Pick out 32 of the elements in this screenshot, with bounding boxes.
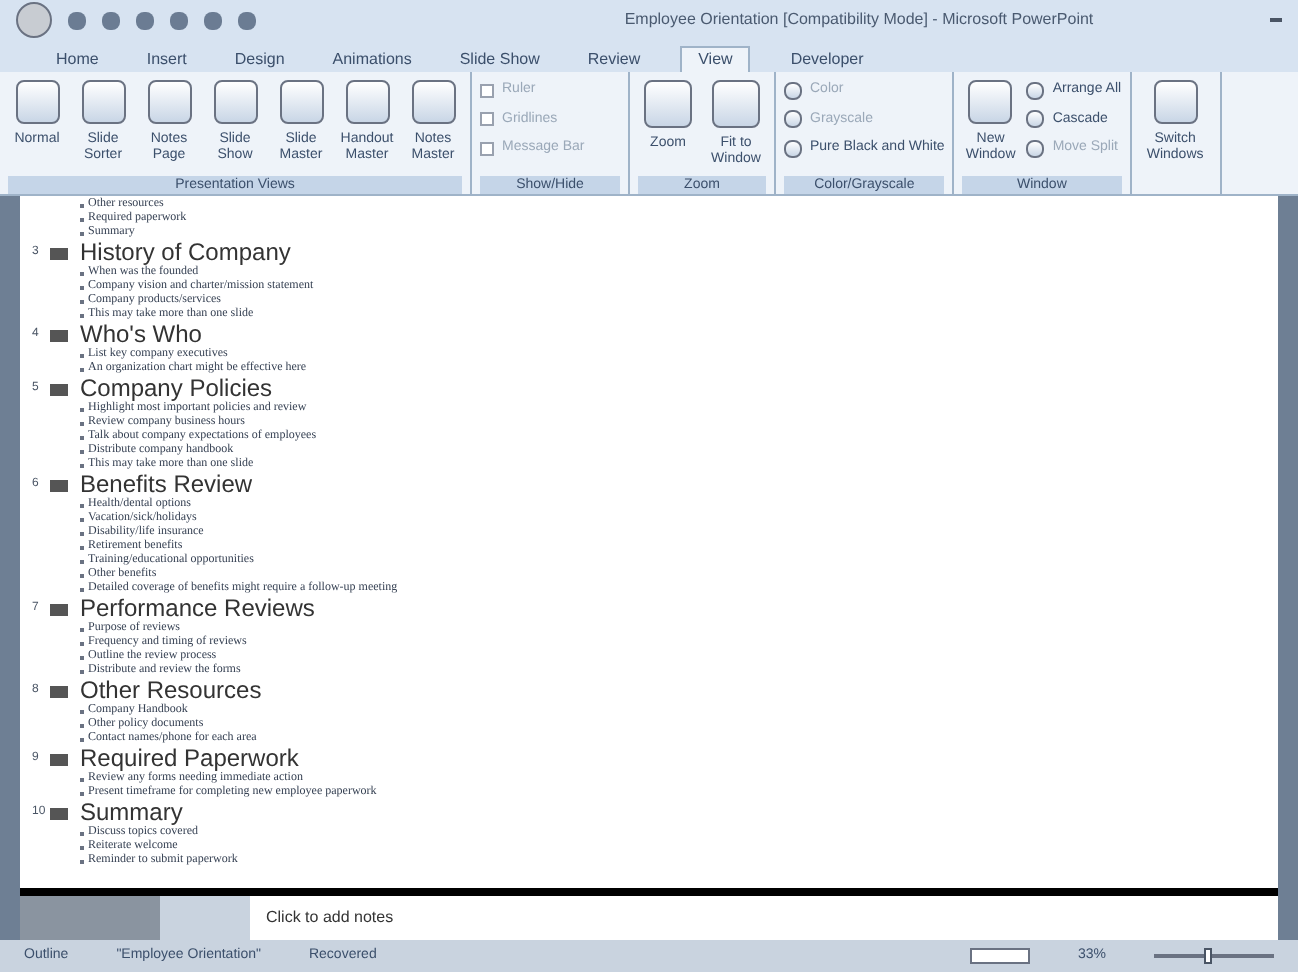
slide-thumbnail[interactable]	[20, 896, 160, 940]
slide-icon[interactable]	[50, 383, 68, 395]
slide-icon[interactable]	[50, 603, 68, 615]
office-button[interactable]	[16, 2, 52, 38]
ribbon-tab[interactable]: View	[680, 46, 751, 72]
notes-field[interactable]: Click to add notes	[250, 896, 1278, 940]
slide-title: Required Paperwork	[80, 746, 299, 772]
ribbon-tab[interactable]: Slide Show	[451, 48, 548, 72]
ribbon-tab[interactable]: Design	[226, 48, 293, 72]
slide-title: Benefits Review	[80, 472, 253, 498]
slide-title: Summary	[80, 800, 183, 826]
checkbox[interactable]	[480, 141, 494, 156]
slide-title: Who's Who	[80, 322, 202, 348]
slide-icon[interactable]	[50, 329, 68, 341]
slide-title: Company Policies	[80, 376, 273, 402]
ribbon-tab[interactable]: Developer	[782, 48, 872, 72]
slide-icon[interactable]	[50, 807, 68, 819]
ribbon-tab[interactable]: Review	[579, 48, 649, 72]
ribbon-tab[interactable]: Home	[48, 48, 107, 72]
checkbox[interactable]	[480, 112, 494, 127]
ribbon-tab[interactable]: Insert	[138, 48, 195, 72]
slide-icon[interactable]	[50, 685, 68, 697]
slide-icon[interactable]	[50, 479, 68, 491]
slide-icon[interactable]	[50, 753, 68, 765]
window-title: Employee Orientation [Compatibility Mode] - Microsoft PowerPoint	[622, 8, 1096, 32]
slide-icon[interactable]	[50, 247, 68, 259]
slide-title: History of Company	[80, 240, 291, 266]
slide-title: Performance Reviews	[80, 596, 315, 622]
checkbox[interactable]	[480, 83, 494, 98]
ribbon-tab[interactable]: Animations	[324, 48, 420, 72]
slide-title: Other Resources	[80, 678, 262, 704]
slider-thumb[interactable]	[1204, 948, 1212, 964]
